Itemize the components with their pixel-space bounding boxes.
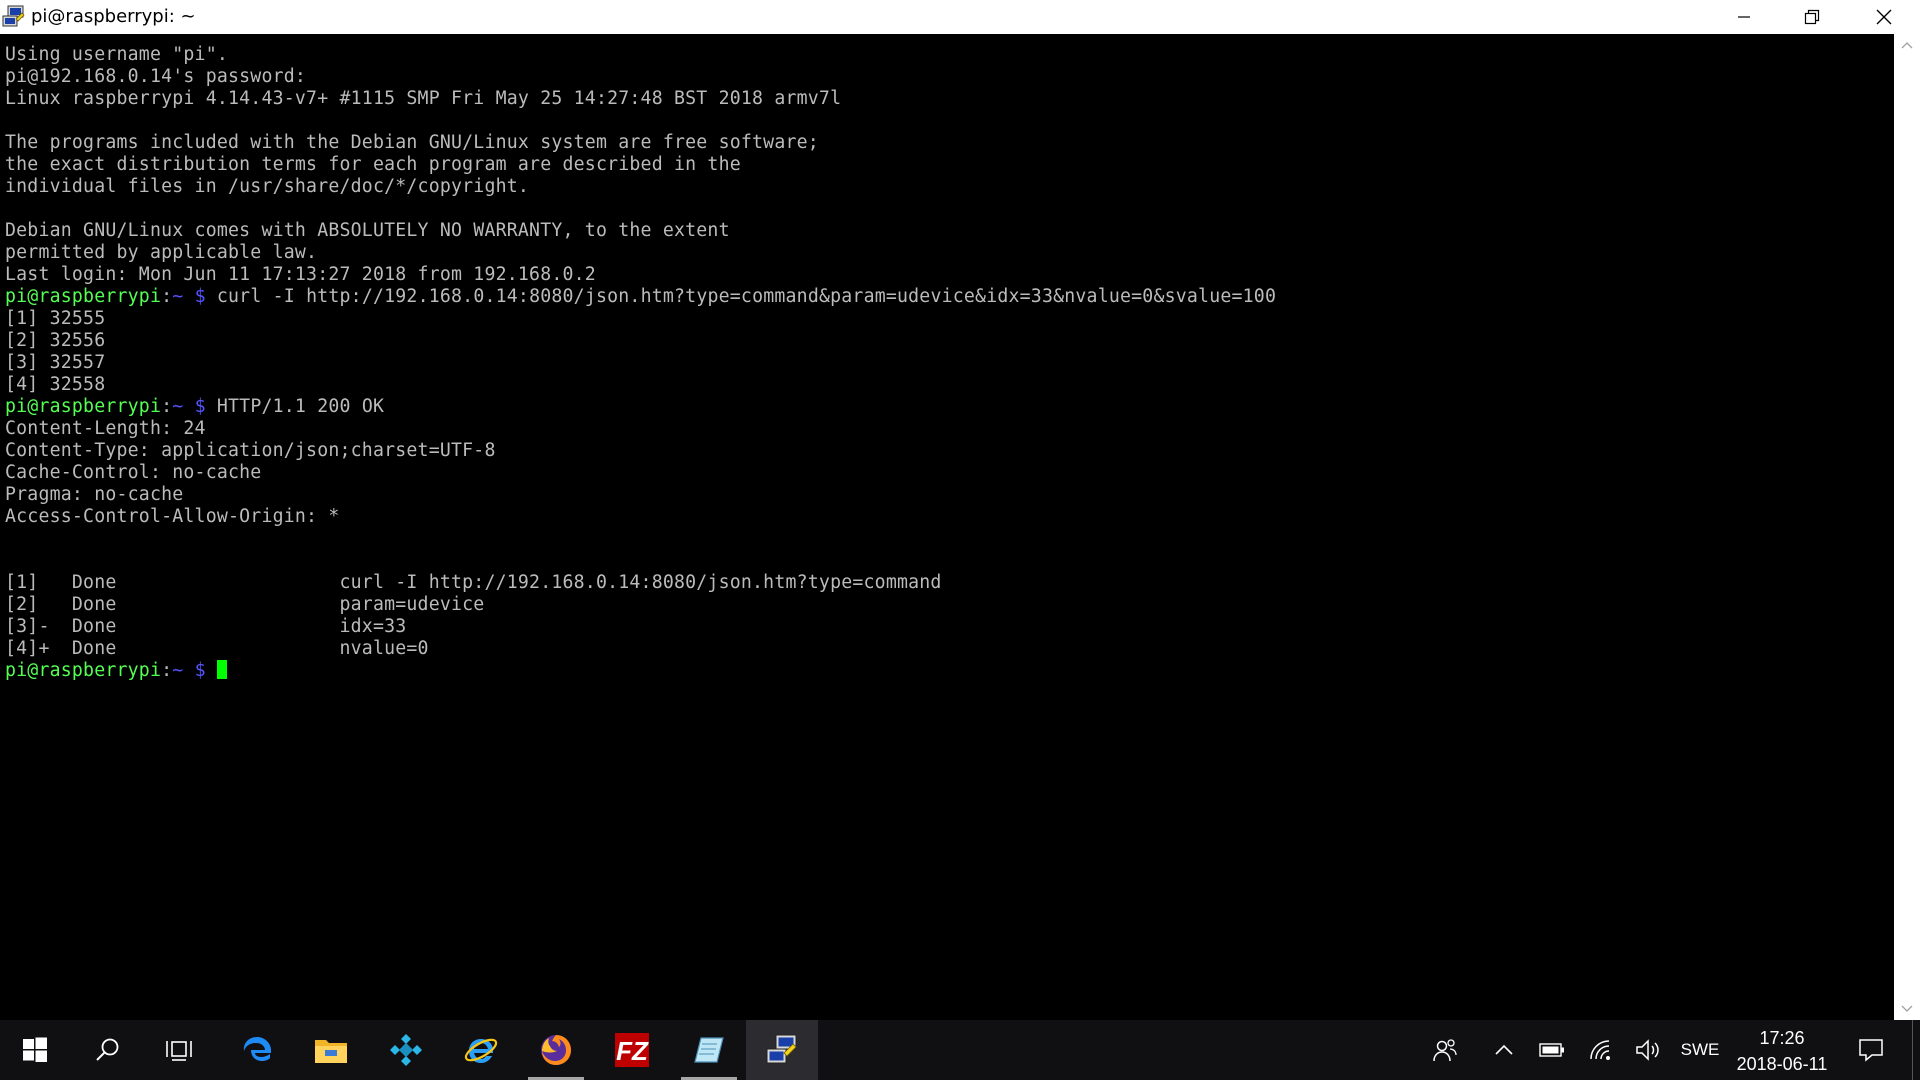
terminal-line: the exact distribution terms for each pr…	[5, 154, 741, 175]
terminal-line: Pragma: no-cache	[5, 484, 184, 505]
prompt-path: ~	[172, 396, 184, 417]
prompt-user: pi@raspberrypi	[5, 396, 162, 417]
wifi-icon	[1590, 1040, 1610, 1060]
terminal-line: Using username "pi".	[5, 44, 228, 65]
input-language-button[interactable]: SWE	[1674, 1020, 1726, 1080]
terminal-line: The programs included with the Debian GN…	[5, 132, 819, 153]
taskbar-app-kodi[interactable]	[370, 1020, 442, 1080]
terminal-line: [1] 32555	[5, 308, 106, 329]
task-view-button[interactable]	[148, 1020, 212, 1080]
terminal-area[interactable]: Using username "pi". pi@192.168.0.14's p…	[0, 34, 1894, 1020]
terminal-line: Content-Type: application/json;charset=U…	[5, 440, 496, 461]
prompt-separator: :	[161, 660, 173, 681]
terminal-line: [4]+ Done nvalue=0	[5, 638, 429, 659]
command-text: HTTP/1.1 200 OK	[216, 396, 385, 417]
terminal-line: Content-Length: 24	[5, 418, 206, 439]
terminal-line: permitted by applicable law.	[5, 242, 318, 263]
chevron-up-icon	[1495, 1044, 1513, 1055]
restore-icon	[1804, 9, 1820, 25]
putty-icon	[766, 1034, 797, 1064]
prompt-symbol: $	[183, 660, 217, 681]
prompt-path: ~	[172, 660, 184, 681]
terminal-line: [1] Done curl -I http://192.168.0.14:808…	[5, 572, 942, 593]
action-center-button[interactable]	[1846, 1020, 1896, 1080]
speaker-icon	[1636, 1039, 1659, 1061]
taskbar-app-firefox[interactable]	[522, 1020, 590, 1080]
terminal-line: Linux raspberrypi 4.14.43-v7+ #1115 SMP …	[5, 88, 842, 109]
notepad-icon	[694, 1037, 724, 1063]
clock[interactable]: 17:26 2018-06-11	[1732, 1020, 1832, 1080]
window-title-bar[interactable]: pi@raspberrypi: ~	[0, 0, 1920, 34]
input-language: SWE	[1680, 1040, 1720, 1059]
windows-logo-icon	[23, 1037, 47, 1062]
prompt-separator: :	[161, 286, 173, 307]
taskbar-app-edge[interactable]	[222, 1020, 292, 1080]
vertical-scrollbar[interactable]	[1894, 34, 1920, 1020]
people-icon	[1433, 1039, 1457, 1062]
minimize-button[interactable]	[1710, 0, 1778, 34]
prompt-user: pi@raspberrypi	[5, 660, 162, 681]
scroll-up-button[interactable]	[1894, 34, 1920, 56]
show-hidden-icons-button[interactable]	[1482, 1020, 1526, 1080]
search-button[interactable]	[75, 1020, 141, 1080]
terminal-line: Debian GNU/Linux comes with ABSOLUTELY N…	[5, 220, 730, 241]
terminal-line: Cache-Control: no-cache	[5, 462, 262, 483]
window-title: pi@raspberrypi: ~	[31, 6, 196, 27]
text-cursor	[216, 660, 227, 679]
search-icon	[96, 1038, 119, 1061]
command-text: curl -I http://192.168.0.14:8080/json.ht…	[216, 286, 1277, 307]
chevron-up-icon	[1901, 42, 1913, 49]
taskbar-app-file-explorer[interactable]	[295, 1020, 367, 1080]
network-button[interactable]	[1578, 1020, 1624, 1080]
terminal-line: [3] 32557	[5, 352, 106, 373]
prompt-symbol: $	[183, 396, 217, 417]
close-button[interactable]	[1850, 0, 1918, 34]
prompt-user: pi@raspberrypi	[5, 286, 162, 307]
people-button[interactable]	[1420, 1020, 1470, 1080]
svg-text:FZ: FZ	[616, 1036, 649, 1066]
taskbar-app-putty[interactable]	[746, 1020, 818, 1080]
terminal-line: pi@192.168.0.14's password:	[5, 66, 307, 87]
terminal-line: Last login: Mon Jun 11 17:13:27 2018 fro…	[5, 264, 596, 285]
terminal-line: [2] Done param=udevice	[5, 594, 485, 615]
terminal-line: Access-Control-Allow-Origin: *	[5, 506, 340, 527]
folder-icon	[315, 1040, 347, 1063]
putty-icon[interactable]	[2, 5, 26, 29]
prompt-symbol: $	[183, 286, 217, 307]
restore-button[interactable]	[1778, 0, 1846, 34]
filezilla-icon: FZ	[615, 1033, 649, 1067]
minimize-icon	[1738, 16, 1750, 18]
terminal-line: [3]- Done idx=33	[5, 616, 407, 637]
terminal-line: [2] 32556	[5, 330, 106, 351]
scroll-down-button[interactable]	[1894, 998, 1920, 1020]
kodi-icon	[390, 1034, 422, 1066]
battery-button[interactable]	[1530, 1020, 1574, 1080]
taskbar-app-internet-explorer[interactable]	[445, 1020, 517, 1080]
task-view-icon	[166, 1041, 192, 1061]
firefox-icon	[541, 1035, 571, 1065]
notification-icon	[1859, 1039, 1883, 1062]
taskbar-app-notepad[interactable]	[675, 1020, 743, 1080]
ie-icon	[464, 1038, 498, 1063]
clock-time: 17:26	[1759, 1028, 1805, 1048]
battery-icon	[1539, 1043, 1564, 1057]
show-desktop-button[interactable]	[1912, 1020, 1920, 1080]
taskbar-app-filezilla[interactable]: FZ	[597, 1020, 667, 1080]
clock-date: 2018-06-11	[1736, 1054, 1828, 1074]
chevron-down-icon	[1901, 1005, 1913, 1012]
prompt-path: ~	[172, 286, 184, 307]
start-button[interactable]	[0, 1020, 70, 1080]
close-icon	[1876, 9, 1892, 25]
terminal-line: [4] 32558	[5, 374, 106, 395]
terminal-line: individual files in /usr/share/doc/*/cop…	[5, 176, 530, 197]
taskbar: FZ SWE 17:26 2018-06-11	[0, 1020, 1920, 1080]
volume-button[interactable]	[1626, 1020, 1670, 1080]
edge-icon	[243, 1037, 271, 1061]
prompt-separator: :	[161, 396, 173, 417]
